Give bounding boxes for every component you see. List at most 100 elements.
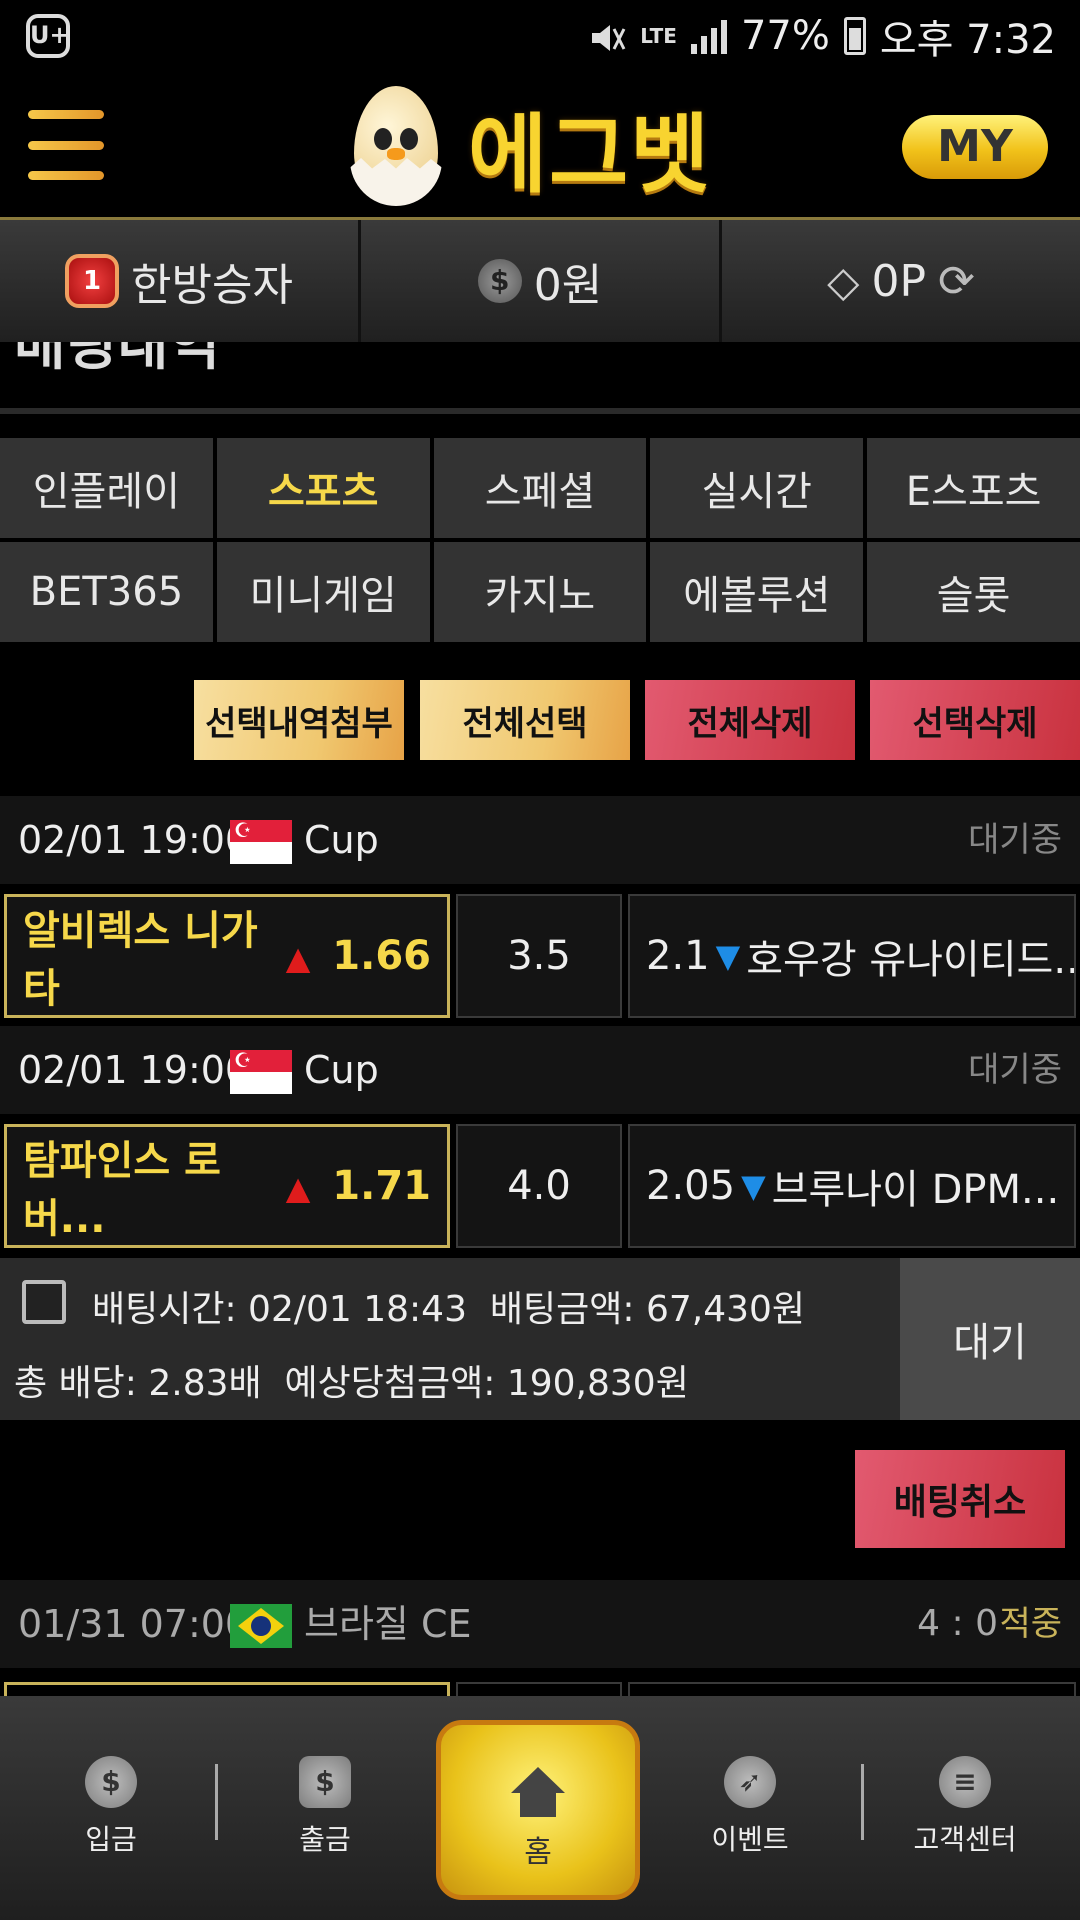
match-header: 02/01 19:00 Cup 대기중	[0, 796, 1080, 884]
coin-icon: $	[477, 259, 522, 303]
home-odds-button[interactable]: 탐파인스 로버... ▲ 1.71	[4, 1124, 450, 1248]
brazil-flag-icon	[230, 1604, 292, 1648]
signal-icon	[690, 18, 727, 54]
match-time: 01/31 07:00	[18, 1602, 250, 1646]
hamburger-menu-icon[interactable]	[28, 110, 104, 180]
league-name: Cup	[304, 1048, 379, 1092]
page-title: 배팅내역	[14, 342, 220, 372]
status-bar: U+ LTE 77% 오후 7:32	[0, 0, 1080, 72]
singapore-flag-icon	[230, 818, 292, 864]
cancel-bet-button[interactable]: 배팅취소	[855, 1450, 1065, 1548]
battery-icon	[843, 17, 866, 55]
bet-result-status: 대기	[900, 1258, 1080, 1420]
points-cell[interactable]: ◇ 0P ⟳	[722, 220, 1080, 342]
attach-selected-button[interactable]: 선택내역첨부	[194, 680, 404, 760]
logo-text: 에그벳	[468, 104, 712, 205]
draw-odd: 4.0	[507, 1163, 571, 1209]
total-odds: 총 배당: 2.83배	[14, 1363, 262, 1404]
nav-event-label: 이벤트	[711, 1823, 789, 1856]
nav-home-label: 홈	[524, 1835, 552, 1870]
mute-icon	[588, 19, 626, 53]
battery-percent: 77%	[740, 13, 830, 59]
arrow-down-icon: ▼	[715, 937, 741, 975]
select-all-button[interactable]: 전체선택	[420, 680, 630, 760]
draw-odds-button[interactable]: 4.0	[456, 1124, 622, 1248]
next-away-odds-button[interactable]	[628, 1682, 1076, 1696]
lte-indicator: LTE	[640, 24, 677, 48]
rocket-icon: ➶	[724, 1756, 776, 1808]
away-odds-button[interactable]: 2.1 ▼ 호우강 유나이티드...	[628, 894, 1076, 1018]
home-icon	[511, 1767, 565, 1817]
match-time: 02/01 19:00	[18, 1048, 250, 1092]
away-odd: 2.05	[646, 1163, 736, 1209]
category-sports[interactable]: 스포츠	[216, 438, 430, 538]
category-grid: 인플레이 스포츠 스페셜 실시간 E스포츠 BET365 미니게임 카지노 에볼…	[0, 438, 1080, 642]
username: 한방승자	[131, 260, 293, 311]
delete-all-button[interactable]: 전체삭제	[645, 680, 855, 760]
draw-odds-button[interactable]: 3.5	[456, 894, 622, 1018]
away-team: 호우강 유나이티드...	[746, 937, 1076, 983]
match-result: 적중	[999, 1604, 1062, 1644]
header: 에그벳 MY	[0, 72, 1080, 220]
category-casino[interactable]: 카지노	[433, 542, 647, 642]
next-home-odds-button[interactable]	[4, 1682, 450, 1696]
category-bet365[interactable]: BET365	[0, 542, 213, 642]
bet-summary: 배팅시간: 02/01 18:43 배팅금액: 67,430원 총 배당: 2.…	[0, 1258, 1080, 1420]
bet-info-line: 배팅시간: 02/01 18:43 배팅금액: 67,430원	[92, 1280, 805, 1332]
category-esports[interactable]: E스포츠	[867, 438, 1080, 538]
diamond-icon: ◇	[827, 256, 860, 306]
home-odds-button[interactable]: 알비렉스 니가타 ▲ 1.66	[4, 894, 450, 1018]
arrow-up-icon: ▲	[285, 939, 311, 977]
nav-support[interactable]: ≡ 고객센터	[890, 1756, 1040, 1858]
match-score: 4 : 0	[917, 1603, 998, 1644]
next-draw-odds-button[interactable]	[456, 1682, 622, 1696]
nav-deposit[interactable]: $ 입금	[36, 1756, 186, 1858]
my-button[interactable]: MY	[902, 115, 1048, 179]
wallet-icon: $	[299, 1756, 351, 1808]
category-minigame[interactable]: 미니게임	[216, 542, 430, 642]
category-inplay[interactable]: 인플레이	[0, 438, 213, 538]
carrier-app-icon: U+	[26, 14, 70, 58]
arrow-up-icon: ▲	[285, 1169, 311, 1207]
money-value: 0원	[533, 260, 603, 311]
match-time: 02/01 19:00	[18, 818, 250, 862]
bet-time: 배팅시간: 02/01 18:43	[92, 1289, 467, 1330]
money-cell[interactable]: $ 0원	[361, 220, 722, 342]
delete-selected-button[interactable]: 선택삭제	[870, 680, 1080, 760]
bet-select-checkbox[interactable]	[22, 1280, 66, 1324]
odds-row: 탐파인스 로버... ▲ 1.71 4.0 2.05 ▼ 브루나이 DPM...	[0, 1124, 1080, 1248]
chat-bubble-icon: ≡	[939, 1756, 991, 1808]
user-info-bar: 1 한방승자 $ 0원 ◇ 0P ⟳	[0, 220, 1080, 342]
match-status: 대기중	[968, 820, 1062, 860]
category-evolution[interactable]: 에볼루션	[650, 542, 864, 642]
category-slot[interactable]: 슬롯	[867, 542, 1080, 642]
league-name: Cup	[304, 818, 379, 862]
nav-separator	[215, 1764, 218, 1840]
nav-withdraw[interactable]: $ 출금	[250, 1756, 400, 1858]
category-special[interactable]: 스페셜	[433, 438, 647, 538]
bet-payout-line: 총 배당: 2.83배 예상당첨금액: 190,830원	[14, 1354, 689, 1406]
match-header: 02/01 19:00 Cup 대기중	[0, 1026, 1080, 1114]
logo[interactable]: 에그벳	[350, 82, 711, 210]
expected-winnings: 예상당첨금액: 190,830원	[284, 1363, 689, 1404]
clock: 오후 7:32	[879, 17, 1056, 63]
nav-event[interactable]: ➶ 이벤트	[675, 1756, 825, 1858]
match-header: 01/31 07:00 브라질 CE 4 : 0 적중	[0, 1580, 1080, 1668]
divider	[0, 408, 1080, 414]
nav-support-label: 고객센터	[913, 1823, 1017, 1856]
refresh-icon[interactable]: ⟳	[938, 256, 975, 307]
nav-deposit-label: 입금	[85, 1823, 137, 1856]
draw-odd: 3.5	[507, 933, 571, 979]
away-team: 브루나이 DPM...	[771, 1167, 1060, 1213]
category-realtime[interactable]: 실시간	[650, 438, 864, 538]
home-odd: 1.66	[332, 933, 431, 979]
points-value: 0P	[871, 255, 926, 307]
user-rank-cell[interactable]: 1 한방승자	[0, 220, 361, 342]
deposit-coin-icon: $	[85, 1756, 137, 1808]
bet-amount: 배팅금액: 67,430원	[489, 1289, 806, 1330]
away-odds-button[interactable]: 2.05 ▼ 브루나이 DPM...	[628, 1124, 1076, 1248]
singapore-flag-icon	[230, 1048, 292, 1094]
home-team: 탐파인스 로버...	[23, 1138, 221, 1242]
nav-home-button[interactable]: 홈	[436, 1720, 640, 1900]
chick-egg-icon	[350, 86, 442, 206]
